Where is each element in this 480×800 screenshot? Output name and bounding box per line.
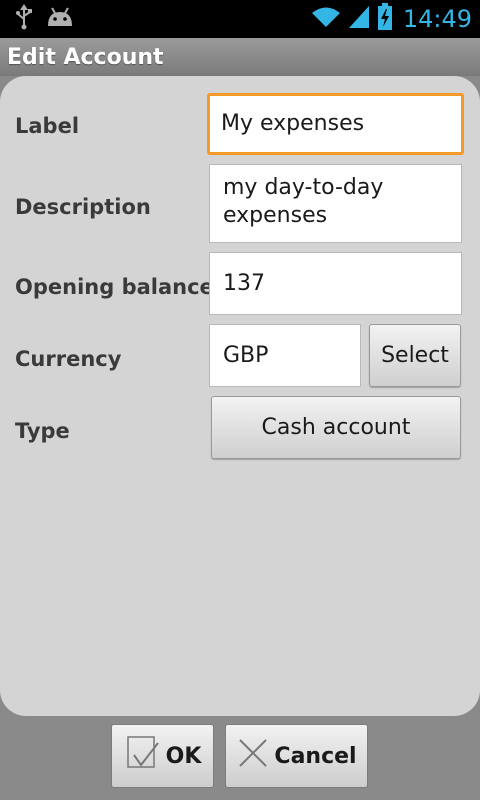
opening-balance-input-value: 137 [223,270,265,296]
status-system-icons: 14:49 [311,3,472,35]
checkbox-check-icon [124,733,162,779]
ok-button[interactable]: OK [111,724,214,788]
description-input[interactable]: my day-to-day expenses [209,164,462,243]
account-type-button[interactable]: Cash account [211,396,461,459]
usb-icon [14,4,34,34]
wifi-icon [311,5,341,33]
label-input-value: My expenses [221,111,365,136]
currency-select-button[interactable]: Select [369,324,461,387]
status-bar: 14:49 [0,0,480,38]
cancel-button[interactable]: Cancel [225,724,368,788]
description-caption: Description [15,195,151,219]
currency-input[interactable]: GBP [209,324,361,387]
battery-charging-icon [377,3,393,35]
currency-input-value: GBP [223,342,269,368]
action-bar: OK Cancel [0,716,480,800]
page-title: Edit Account [7,44,164,70]
signal-icon [347,4,371,34]
currency-caption: Currency [15,347,122,371]
close-icon [236,736,270,776]
cancel-button-label: Cancel [274,743,357,769]
opening-balance-input[interactable]: 137 [209,252,462,315]
edit-account-form: Label My expenses Description my day-to-… [0,76,480,716]
android-debug-icon [46,6,74,32]
opening-balance-caption: Opening balance [15,275,214,299]
status-clock: 14:49 [402,5,472,33]
label-input[interactable]: My expenses [207,93,464,155]
type-caption: Type [15,419,70,443]
ok-button-label: OK [165,743,202,769]
title-bar: Edit Account [0,38,480,76]
label-caption: Label [15,114,80,138]
description-input-value: my day-to-day expenses [223,175,384,228]
status-notifications [14,4,74,34]
